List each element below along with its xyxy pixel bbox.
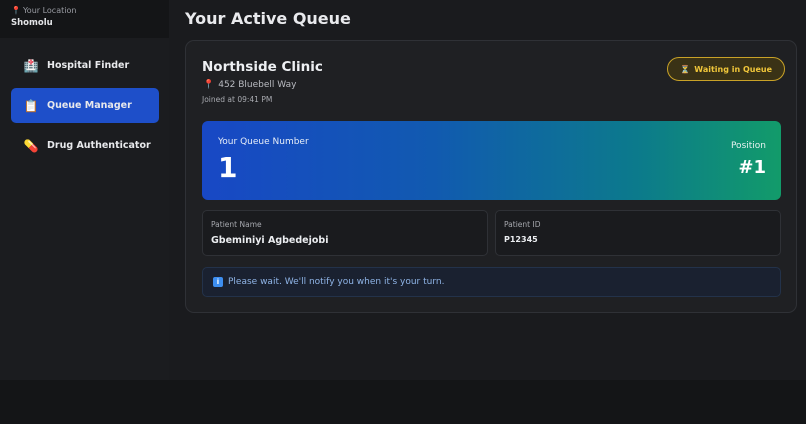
patient-name-label: Patient Name [211, 220, 262, 229]
wait-notice: i Please wait. We'll notify you when it'… [202, 267, 781, 297]
sidebar: 📍 Your Location Shomolu 🏥 Hospital Finde… [0, 0, 169, 380]
sidebar-nav: 🏥 Hospital Finder 📋 Queue Manager 💊 Drug… [11, 48, 159, 168]
main-content: Your Active Queue Northside Clinic 📍 452… [169, 0, 806, 380]
sidebar-item-queue-manager[interactable]: 📋 Queue Manager [11, 88, 159, 123]
queue-number-panel: Your Queue Number 1 Position #1 [202, 121, 781, 200]
sidebar-item-label: Hospital Finder [47, 60, 130, 71]
status-badge: ⏳ Waiting in Queue [667, 57, 785, 81]
info-icon: i [213, 277, 223, 287]
location-value: Shomolu [11, 18, 53, 28]
address-row: 📍 452 Bluebell Way [203, 80, 296, 90]
patient-id-box: Patient ID P12345 [495, 210, 781, 256]
sidebar-item-hospital-finder[interactable]: 🏥 Hospital Finder [11, 48, 159, 83]
app: 📍 Your Location Shomolu 🏥 Hospital Finde… [0, 0, 806, 424]
sidebar-item-label: Queue Manager [47, 100, 132, 111]
pin-icon: 📍 [11, 6, 21, 15]
page-title: Your Active Queue [185, 9, 351, 28]
clipboard-icon: 📋 [23, 98, 39, 113]
pill-icon: 💊 [23, 138, 39, 153]
patient-name-box: Patient Name Gbeminiyi Agbedejobi [202, 210, 488, 256]
location-box: 📍 Your Location Shomolu [0, 0, 169, 38]
queue-card: Northside Clinic 📍 452 Bluebell Way Join… [185, 40, 797, 313]
location-label: Your Location [22, 6, 77, 15]
position-value: #1 [738, 157, 766, 178]
hospital-icon: 🏥 [23, 58, 39, 73]
sidebar-item-drug-authenticator[interactable]: 💊 Drug Authenticator [11, 128, 159, 163]
clinic-name: Northside Clinic [202, 59, 323, 75]
patient-id-label: Patient ID [504, 220, 541, 229]
queue-number-value: 1 [218, 151, 238, 184]
position-label: Position [730, 141, 766, 151]
pin-icon: 📍 [203, 80, 215, 90]
clinic-address: 452 Bluebell Way [218, 80, 297, 90]
wait-notice-text: Please wait. We'll notify you when it's … [228, 277, 445, 287]
hourglass-icon: ⏳ [680, 64, 691, 74]
joined-time: Joined at 09:41 PM [202, 95, 273, 104]
page-footer-area [0, 380, 806, 424]
location-label-row: 📍 Your Location [11, 6, 169, 15]
sidebar-item-label: Drug Authenticator [47, 140, 151, 151]
patient-id-value: P12345 [504, 235, 538, 244]
patient-name-value: Gbeminiyi Agbedejobi [211, 235, 329, 246]
queue-number-label: Your Queue Number [218, 137, 309, 147]
status-text: Waiting in Queue [694, 64, 772, 74]
